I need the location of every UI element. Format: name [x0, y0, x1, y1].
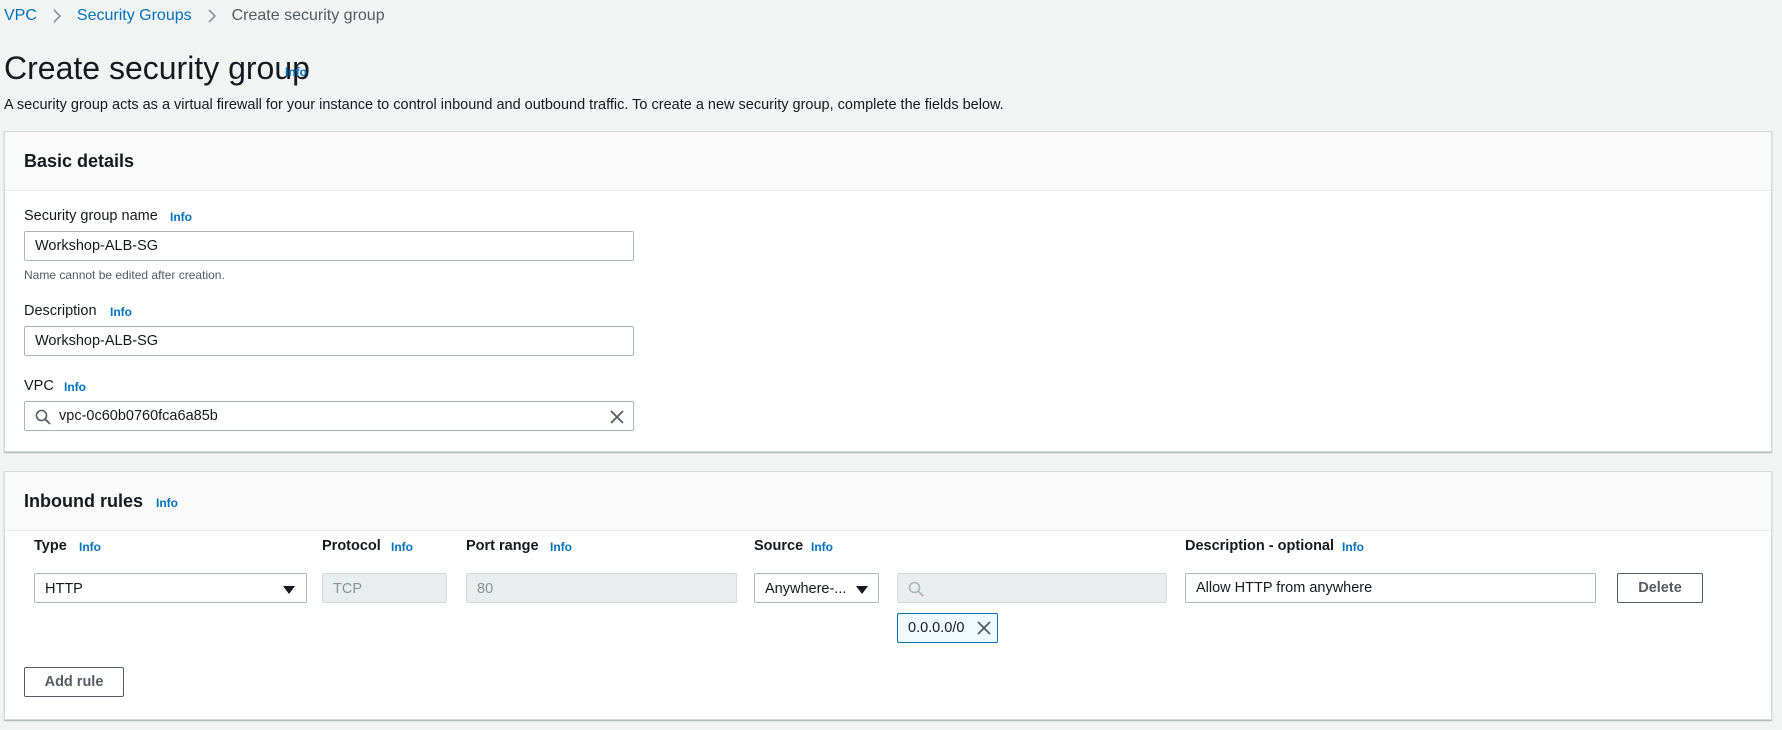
- page-title-info-link[interactable]: Info: [285, 65, 307, 79]
- inbound-rules-info-link[interactable]: Info: [156, 496, 178, 510]
- source-cidr-token-label: 0.0.0.0/0: [908, 620, 965, 636]
- vpc-info-link[interactable]: Info: [64, 380, 86, 394]
- protocol-column-label: Protocol: [322, 538, 381, 554]
- search-icon: [35, 409, 51, 429]
- protocol-info-link[interactable]: Info: [391, 540, 413, 554]
- rule-protocol-field: TCP: [322, 573, 447, 603]
- description-label: Description: [24, 303, 97, 319]
- breadcrumb-link-security-groups[interactable]: Security Groups: [77, 7, 192, 25]
- vpc-select-value: vpc-0c60b0760fca6a85b: [59, 408, 218, 424]
- rule-source-type-select[interactable]: Anywhere-...: [754, 573, 879, 603]
- vpc-select[interactable]: vpc-0c60b0760fca6a85b: [24, 401, 634, 431]
- close-icon[interactable]: [977, 621, 991, 639]
- search-icon: [908, 581, 924, 601]
- rule-source-type-value: Anywhere-...: [765, 581, 847, 597]
- security-group-name-hint: Name cannot be edited after creation.: [24, 268, 225, 282]
- inbound-rules-title: Inbound rules: [24, 491, 143, 511]
- caret-down-icon: [855, 583, 869, 599]
- security-group-name-info-link[interactable]: Info: [170, 210, 192, 224]
- breadcrumb: VPC Security Groups Create security grou…: [4, 7, 385, 25]
- breadcrumb-link-vpc[interactable]: VPC: [4, 7, 37, 25]
- description-optional-info-link[interactable]: Info: [1342, 540, 1364, 554]
- rule-port-range-field: 80: [466, 573, 737, 603]
- breadcrumb-current: Create security group: [231, 7, 385, 24]
- close-icon[interactable]: [609, 409, 625, 429]
- inbound-rules-header: Inbound rules Info: [5, 472, 1771, 531]
- caret-down-icon: [282, 583, 296, 599]
- page-description: A security group acts as a virtual firew…: [4, 97, 1004, 113]
- type-info-link[interactable]: Info: [79, 540, 101, 554]
- inbound-rules-panel: Inbound rules Info Type Info Protocol In…: [4, 471, 1772, 720]
- description-info-link[interactable]: Info: [110, 305, 132, 319]
- vpc-label: VPC: [24, 378, 54, 394]
- type-column-label: Type: [34, 538, 67, 554]
- source-info-link[interactable]: Info: [811, 540, 833, 554]
- security-group-name-input[interactable]: [24, 231, 634, 261]
- rule-type-value: HTTP: [45, 581, 83, 597]
- source-cidr-token: 0.0.0.0/0: [897, 613, 998, 643]
- page-title: Create security group: [4, 50, 310, 86]
- rule-source-search-input[interactable]: [897, 573, 1167, 603]
- rule-type-select[interactable]: HTTP: [34, 573, 307, 603]
- basic-details-panel: Basic details Security group name Info N…: [4, 131, 1772, 452]
- rule-description-input[interactable]: [1185, 573, 1596, 603]
- description-column-label: Description - optional: [1185, 538, 1335, 554]
- description-input[interactable]: [24, 326, 634, 356]
- port-range-info-link[interactable]: Info: [550, 540, 572, 554]
- add-rule-button[interactable]: Add rule: [24, 667, 124, 697]
- chevron-right-icon: [47, 7, 67, 25]
- security-group-name-label: Security group name: [24, 208, 158, 224]
- chevron-right-icon: [202, 7, 222, 25]
- port-range-column-label: Port range: [466, 538, 539, 554]
- basic-details-title: Basic details: [24, 151, 135, 171]
- basic-details-header: Basic details: [5, 132, 1771, 191]
- delete-rule-button[interactable]: Delete: [1617, 573, 1703, 603]
- source-column-label: Source: [754, 538, 804, 554]
